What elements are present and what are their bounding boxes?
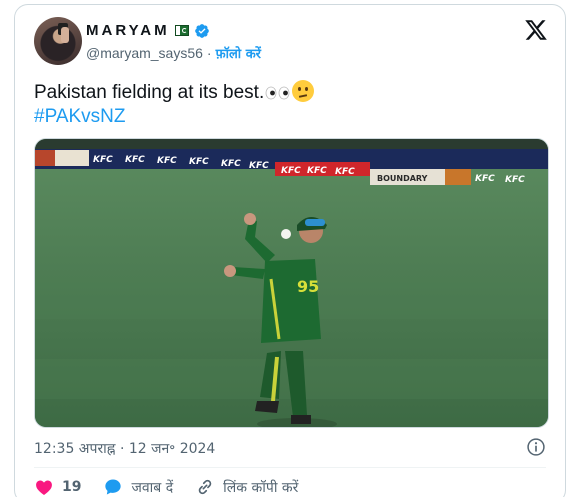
ad-label: KFC [157,156,177,166]
copy-link-button[interactable]: लिंक कॉपी करें [195,477,298,497]
ad-label: KFC [335,167,355,177]
author-handle-row: @maryam_says56 · फ़ॉलो करें [86,44,261,62]
ad-label: KFC [505,175,525,185]
copy-link-label: लिंक कॉपी करें [223,479,299,496]
heart-icon [36,480,52,495]
tweet-timestamp[interactable]: 12:35 अपराह्न · 12 जन॰ 2024 [34,439,215,458]
stand-shadow [35,139,548,149]
tweet-text-line: Pakistan fielding at its best. [34,80,315,105]
info-icon[interactable] [526,437,546,457]
link-icon [198,479,212,495]
author-handle[interactable]: @maryam_says56 [86,45,203,61]
tweet-card: MARYAM @maryam_says56 · फ़ॉलो करें Pakis… [14,4,566,497]
avatar-hand [61,27,69,43]
ad-label: KFC [249,161,269,171]
x-logo-icon[interactable] [524,18,548,42]
ad-label: KFC [281,166,301,176]
eyes-emoji-icon [265,86,290,100]
reply-label: जवाब दें [131,479,174,496]
divider [34,467,546,468]
cricket-ball [281,229,291,239]
follow-button[interactable]: फ़ॉलो करें [216,44,261,62]
reply-bubble-icon [105,479,122,495]
handle-separator: · [206,45,212,61]
ad-label: KFC [189,157,209,167]
verified-badge-icon [194,23,209,38]
ad-label: KFC [125,155,145,165]
ad-label: KFC [93,155,113,165]
like-button[interactable]: 19 [34,477,81,497]
avatar[interactable] [34,17,82,65]
reply-button[interactable]: जवाब दें [103,477,173,497]
tweet-actions: 19 जवाब दें लिंक कॉपी करें [34,477,320,497]
author-display-name[interactable]: MARYAM [86,22,170,39]
ad-label: KFC [475,174,495,184]
like-count: 19 [62,479,82,495]
author-name-row[interactable]: MARYAM [86,22,210,39]
tweet-media-image[interactable]: KFC KFC KFC KFC KFC KFC KFC KFC KFC KFC … [34,138,549,428]
ad-label: KFC [307,166,327,176]
pakistan-flag-icon [174,25,189,36]
hashtag-link[interactable]: #PAKvsNZ [34,106,126,128]
tweet-text: Pakistan fielding at its best. [34,82,265,103]
ad-label: KFC [221,159,241,169]
boundary-banner-text: BOUNDARY [377,174,428,183]
confused-face-emoji-icon [292,80,315,102]
cricket-photo: KFC KFC KFC KFC KFC KFC KFC KFC KFC KFC … [35,139,548,427]
jersey-number: 95 [297,277,319,296]
